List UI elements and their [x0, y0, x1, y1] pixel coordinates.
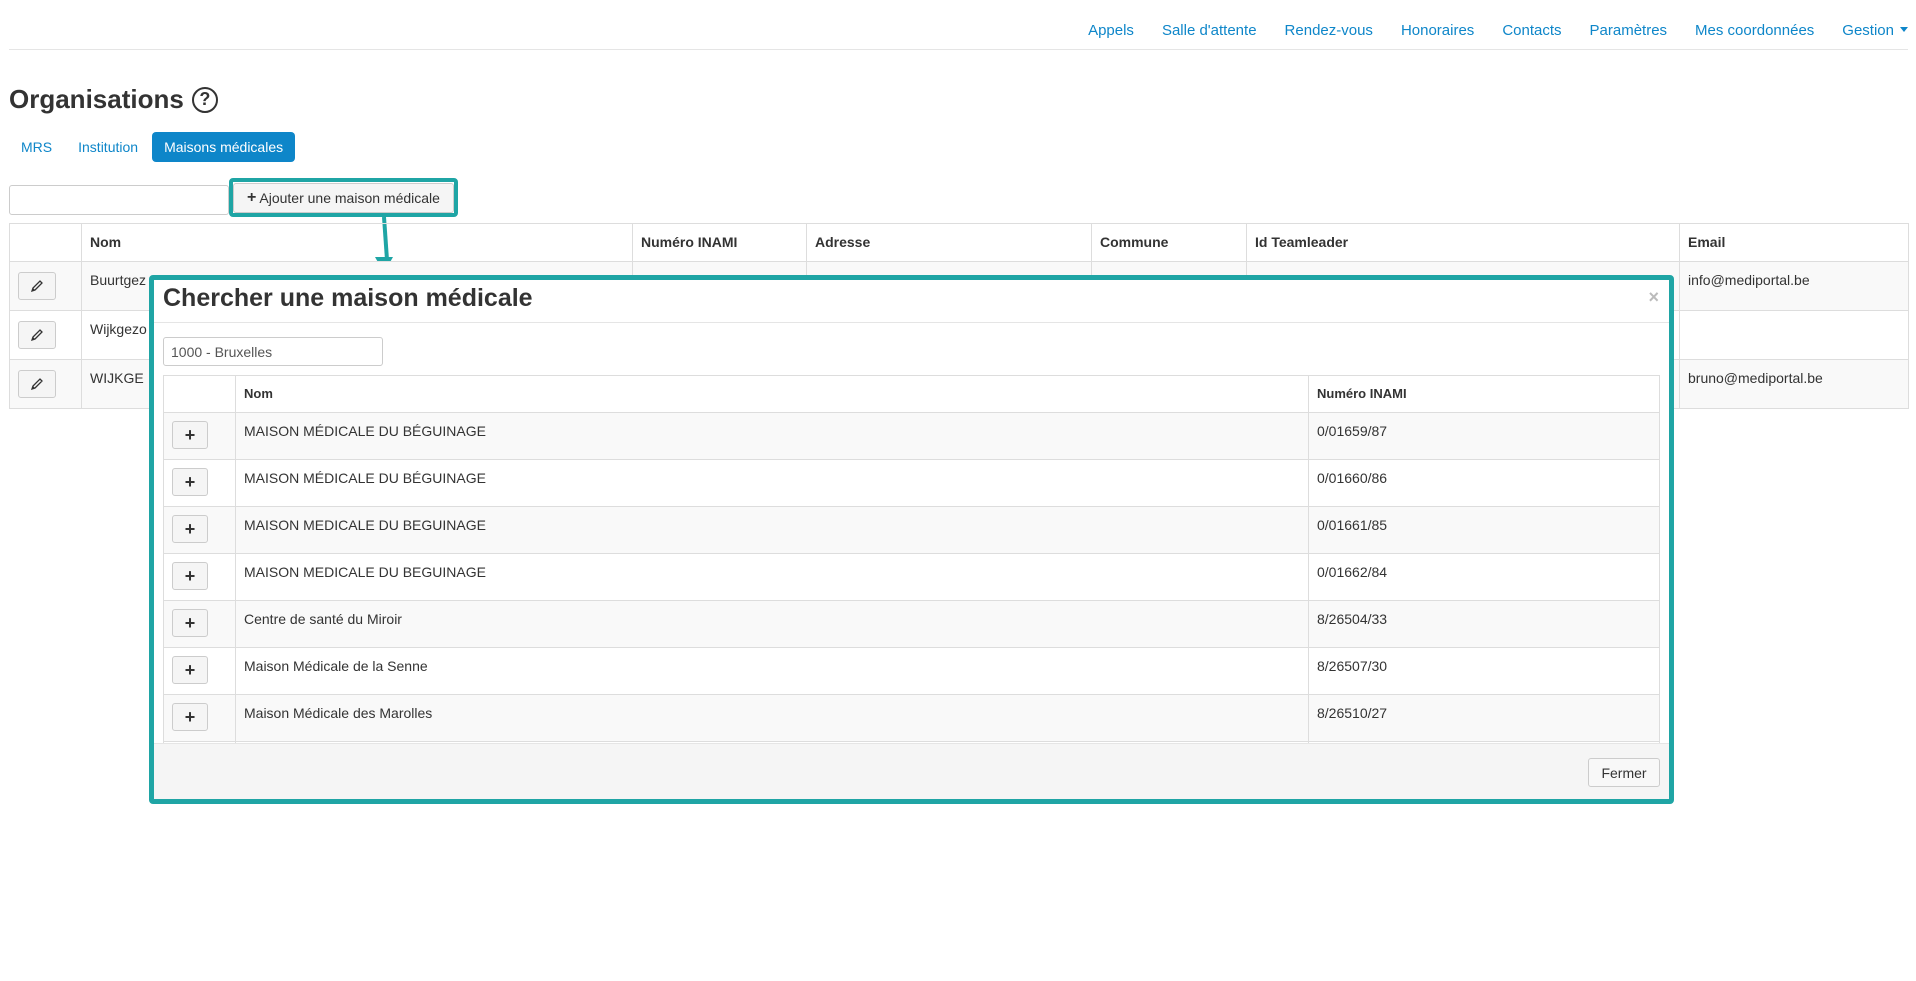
- nav-item-mes-coordonnees[interactable]: Mes coordonnées: [1695, 22, 1814, 39]
- result-nom: Maison Médicale de la Senne: [235, 647, 1309, 695]
- commune-search-input[interactable]: [163, 337, 383, 366]
- col-header-nom[interactable]: Nom: [81, 223, 633, 262]
- add-maison-medicale-button[interactable]: + Ajouter une maison médicale: [233, 183, 454, 213]
- nav-menu: Appels Salle d'attente Rendez-vous Honor…: [1060, 22, 1908, 39]
- question-circle-icon[interactable]: ?: [191, 86, 218, 113]
- search-maison-medicale-modal: Chercher une maison médicale × Nom Numér…: [149, 275, 1674, 804]
- top-navbar: Appels Salle d'attente Rendez-vous Honor…: [9, 0, 1908, 50]
- nav-item-salle-attente[interactable]: Salle d'attente: [1162, 22, 1257, 39]
- col-header-teamleader[interactable]: Id Teamleader: [1246, 223, 1680, 262]
- result-inami: 0/01661/85: [1308, 506, 1660, 554]
- close-icon[interactable]: ×: [1648, 287, 1659, 308]
- table-header-row: Nom Numéro INAMI Adresse Commune Id Team…: [9, 223, 1909, 262]
- caret-down-icon: [1900, 27, 1908, 32]
- result-inami: 0/01662/84: [1308, 553, 1660, 601]
- nav-item-honoraires[interactable]: Honoraires: [1401, 22, 1474, 39]
- list-item: + MAISON MÉDICALE DU BÉGUINAGE 0/01659/8…: [163, 412, 1660, 460]
- fermer-button[interactable]: Fermer: [1588, 758, 1660, 787]
- edit-button[interactable]: [18, 370, 56, 398]
- nav-item-appels[interactable]: Appels: [1088, 22, 1134, 39]
- list-item: + Maison Médicale des Marolles 8/26510/2…: [163, 694, 1660, 742]
- table-cell-actions: [9, 261, 82, 311]
- edit-button[interactable]: [18, 272, 56, 300]
- list-item: + Maison Médicale de la Senne 8/26507/30: [163, 647, 1660, 695]
- pencil-icon: [30, 378, 43, 391]
- add-row-button[interactable]: +: [172, 421, 208, 449]
- col-header-actions: [9, 223, 82, 262]
- result-nom: Centre de santé du Miroir: [235, 600, 1309, 648]
- modal-results-scroll[interactable]: Nom Numéro INAMI + MAISON MÉDICALE DU BÉ…: [163, 375, 1660, 749]
- page-title-text: Organisations: [9, 84, 184, 114]
- nav-item-gestion-label: Gestion: [1842, 22, 1894, 39]
- nav-item-parametres[interactable]: Paramètres: [1590, 22, 1668, 39]
- result-inami: 0/01659/87: [1308, 412, 1660, 460]
- list-item: + MAISON MÉDICALE DU BÉGUINAGE 0/01660/8…: [163, 459, 1660, 507]
- list-item: + MAISON MEDICALE DU BEGUINAGE 0/01662/8…: [163, 553, 1660, 601]
- page-title: Organisations ?: [9, 84, 218, 115]
- result-nom: MAISON MEDICALE DU BEGUINAGE: [235, 553, 1309, 601]
- col-header-inami[interactable]: Numéro INAMI: [632, 223, 807, 262]
- tab-institution[interactable]: Institution: [66, 132, 150, 162]
- add-row-button[interactable]: +: [172, 609, 208, 637]
- result-inami: 8/26504/33: [1308, 600, 1660, 648]
- modal-title: Chercher une maison médicale: [163, 284, 533, 312]
- tab-maisons-medicales[interactable]: Maisons médicales: [152, 132, 296, 162]
- col-header-adresse[interactable]: Adresse: [806, 223, 1092, 262]
- modal-header: Chercher une maison médicale ×: [154, 280, 1669, 323]
- pencil-icon: [30, 329, 43, 342]
- table-cell-email: [1679, 310, 1909, 360]
- pencil-icon: [30, 280, 43, 293]
- add-button-label: Ajouter une maison médicale: [259, 190, 440, 206]
- result-inami: 8/26507/30: [1308, 647, 1660, 695]
- result-nom: Maison Médicale des Marolles: [235, 694, 1309, 742]
- org-tabs: MRS Institution Maisons médicales: [9, 132, 297, 162]
- add-row-button[interactable]: +: [172, 656, 208, 684]
- result-nom: MAISON MÉDICALE DU BÉGUINAGE: [235, 412, 1309, 460]
- tab-mrs[interactable]: MRS: [9, 132, 64, 162]
- modal-footer: Fermer: [154, 743, 1669, 799]
- add-row-button[interactable]: +: [172, 562, 208, 590]
- result-nom: MAISON MEDICALE DU BEGUINAGE: [235, 506, 1309, 554]
- search-input[interactable]: [9, 185, 229, 215]
- add-row-button[interactable]: +: [172, 468, 208, 496]
- table-cell-actions: [9, 310, 82, 360]
- add-row-button[interactable]: +: [172, 703, 208, 731]
- table-cell-actions: [9, 359, 82, 409]
- modal-results-table: Nom Numéro INAMI + MAISON MÉDICALE DU BÉ…: [163, 375, 1660, 749]
- modal-col-header-nom: Nom: [235, 375, 1309, 413]
- nav-item-contacts[interactable]: Contacts: [1502, 22, 1561, 39]
- result-inami: 8/26510/27: [1308, 694, 1660, 742]
- nav-item-rendez-vous[interactable]: Rendez-vous: [1285, 22, 1373, 39]
- table-cell-email: info@mediportal.be: [1679, 261, 1909, 311]
- col-header-email[interactable]: Email: [1679, 223, 1909, 262]
- list-item: + MAISON MEDICALE DU BEGUINAGE 0/01661/8…: [163, 506, 1660, 554]
- result-inami: 0/01660/86: [1308, 459, 1660, 507]
- add-row-button[interactable]: +: [172, 515, 208, 543]
- edit-button[interactable]: [18, 321, 56, 349]
- col-header-commune[interactable]: Commune: [1091, 223, 1247, 262]
- modal-col-header-inami: Numéro INAMI: [1308, 375, 1660, 413]
- result-nom: MAISON MÉDICALE DU BÉGUINAGE: [235, 459, 1309, 507]
- nav-item-gestion-dropdown[interactable]: Gestion: [1842, 22, 1908, 39]
- modal-table-header-row: Nom Numéro INAMI: [163, 375, 1660, 413]
- list-item: + Centre de santé du Miroir 8/26504/33: [163, 600, 1660, 648]
- table-cell-email: bruno@mediportal.be: [1679, 359, 1909, 409]
- plus-icon: +: [247, 189, 257, 206]
- modal-col-header-actions: [163, 375, 236, 413]
